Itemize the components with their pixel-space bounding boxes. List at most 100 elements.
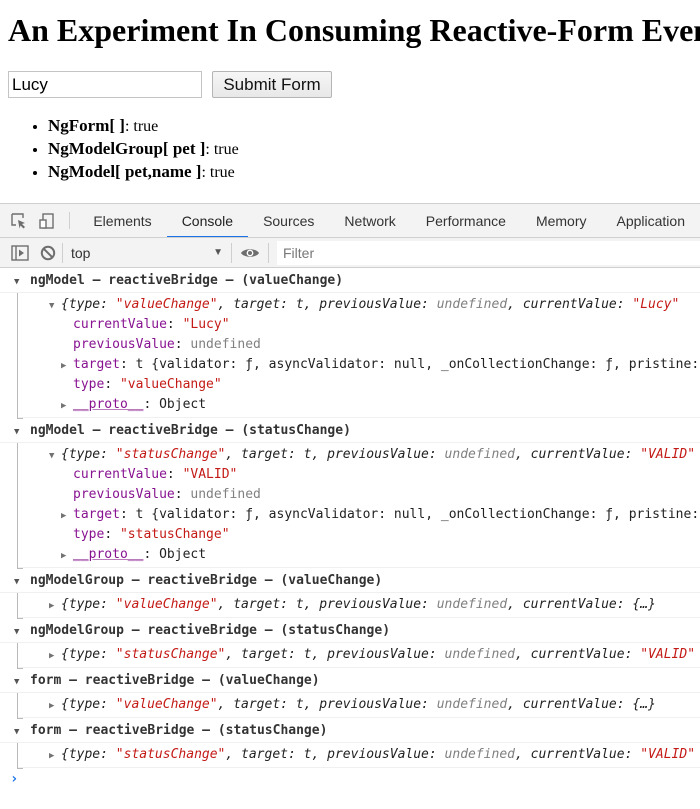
object-preview: {type: "valueChange", target: t, previou…	[61, 697, 656, 712]
status-item-ngmodel: NgModel[ pet,name ]: true	[48, 161, 239, 184]
expanded-triangle-icon[interactable]: ▼	[14, 720, 30, 745]
preview-punctuation: type:	[68, 597, 116, 612]
preview-previousValue: undefined	[444, 647, 515, 662]
preview-previousValue: undefined	[436, 297, 508, 312]
object-preview: {type: "statusChange", target: t, previo…	[61, 447, 695, 462]
expanded-triangle-icon[interactable]: ▼	[49, 446, 61, 465]
show-sidebar-icon[interactable]	[6, 238, 34, 267]
preview-punctuation: {	[61, 447, 69, 462]
tab-application[interactable]: Application	[602, 204, 700, 237]
clear-console-icon[interactable]	[34, 238, 62, 267]
preview-punctuation: {	[61, 747, 69, 762]
collapsed-triangle-icon[interactable]: ▶	[61, 546, 73, 565]
preview-punctuation: type:	[68, 747, 116, 762]
tab-performance[interactable]: Performance	[411, 204, 521, 237]
console-group-body: ▶ {type: "statusChange", target: t, previ…	[17, 743, 700, 769]
tab-console[interactable]: Console	[166, 204, 249, 237]
expanded-triangle-icon[interactable]: ▼	[14, 270, 30, 295]
property-target[interactable]: ▶ target: t {validator: ƒ, asyncValidator…	[49, 355, 700, 375]
preview-punctuation: {	[61, 697, 69, 712]
property-key: currentValue	[73, 317, 167, 332]
object-preview: {type: "valueChange", target: t, previou…	[61, 297, 679, 312]
preview-punctuation: , target:	[217, 697, 296, 712]
preview-punctuation: {	[61, 297, 69, 312]
property-value: Object	[159, 397, 207, 412]
context-selector[interactable]: top ▼	[63, 238, 231, 267]
property-key: __proto__	[73, 397, 144, 412]
preview-punctuation: type:	[68, 297, 116, 312]
prompt-chevron-icon: ›	[10, 771, 19, 787]
property-value: "statusChange"	[119, 527, 230, 542]
console-message: ▶ {type: "statusChange", target: t, previ…	[18, 643, 700, 668]
console-message: ▶ {type: "statusChange", target: t, previ…	[18, 743, 700, 768]
property-target[interactable]: ▶ target: t {validator: ƒ, asyncValidator…	[49, 505, 700, 525]
collapsed-triangle-icon[interactable]: ▶	[61, 396, 73, 415]
property-proto[interactable]: ▶ __proto__: Object	[49, 395, 700, 415]
tab-elements[interactable]: Elements	[78, 204, 166, 237]
expanded-triangle-icon[interactable]: ▼	[49, 296, 61, 315]
page-title: An Experiment In Consuming Reactive-Form…	[8, 12, 700, 48]
preview-type: "statusChange"	[115, 747, 226, 762]
collapsed-triangle-icon[interactable]: ▶	[61, 506, 73, 525]
inspect-element-icon[interactable]	[6, 204, 32, 237]
preview-punctuation: {	[61, 647, 69, 662]
live-expression-eye-icon[interactable]	[232, 238, 268, 267]
pet-name-input[interactable]	[8, 71, 202, 98]
property-colon: :	[143, 547, 160, 562]
status-item-ngmodelgroup: NgModelGroup[ pet ]: true	[48, 138, 239, 161]
property-key: target	[73, 507, 120, 522]
property-key: target	[73, 357, 120, 372]
submit-form-button[interactable]: Submit Form	[212, 71, 332, 98]
device-toolbar-icon[interactable]	[32, 204, 62, 237]
tab-memory[interactable]: Memory	[521, 204, 602, 237]
console-group-header[interactable]: ▼ ngModel – reactiveBridge – (statusChang…	[0, 418, 700, 443]
object-summary[interactable]: ▶ {type: "valueChange", target: t, previo…	[49, 595, 700, 615]
expanded-triangle-icon[interactable]: ▼	[14, 420, 30, 445]
property-value: undefined	[190, 487, 261, 502]
status-label: NgForm[ ]	[48, 116, 125, 135]
preview-currentValue: "VALID"	[640, 447, 696, 462]
console-group-header[interactable]: ▼ ngModel – reactiveBridge – (valueChange…	[0, 268, 700, 293]
object-summary[interactable]: ▶ {type: "statusChange", target: t, previ…	[49, 645, 700, 665]
tab-sources[interactable]: Sources	[248, 204, 329, 237]
console-message: ▶ {type: "valueChange", target: t, previo…	[18, 693, 700, 718]
property-colon: :	[174, 337, 191, 352]
collapsed-triangle-icon[interactable]: ▶	[49, 696, 61, 715]
preview-type: "valueChange"	[115, 297, 218, 312]
object-summary[interactable]: ▼ {type: "statusChange", target: t, previ…	[49, 445, 700, 465]
status-value: : true	[124, 118, 159, 135]
preview-punctuation: , previousValue:	[311, 647, 445, 662]
object-summary[interactable]: ▶ {type: "statusChange", target: t, previ…	[49, 745, 700, 765]
collapsed-triangle-icon[interactable]: ▶	[49, 596, 61, 615]
collapsed-triangle-icon[interactable]: ▶	[61, 356, 73, 375]
object-summary[interactable]: ▶ {type: "valueChange", target: t, previo…	[49, 695, 700, 715]
preview-currentValue: "Lucy"	[632, 297, 680, 312]
preview-punctuation: , target:	[225, 447, 304, 462]
collapsed-triangle-icon[interactable]: ▶	[49, 646, 61, 665]
console-group-header[interactable]: ▼ form – reactiveBridge – (valueChange)	[0, 668, 700, 693]
console-group-header[interactable]: ▼ ngModelGroup – reactiveBridge – (status…	[0, 618, 700, 643]
console-group-header[interactable]: ▼ ngModelGroup – reactiveBridge – (valueC…	[0, 568, 700, 593]
preview-punctuation: type:	[68, 647, 116, 662]
console-group-header[interactable]: ▼ form – reactiveBridge – (statusChange)	[0, 718, 700, 743]
property-value: undefined	[190, 337, 261, 352]
property-type: type: "valueChange"	[49, 375, 700, 395]
expanded-triangle-icon[interactable]: ▼	[14, 670, 30, 695]
expanded-triangle-icon[interactable]: ▼	[14, 570, 30, 595]
property-proto[interactable]: ▶ __proto__: Object	[49, 545, 700, 565]
property-value: Object	[159, 547, 207, 562]
preview-target: t	[295, 297, 304, 312]
property-previousValue: previousValue: undefined	[49, 335, 700, 355]
object-summary[interactable]: ▼ {type: "valueChange", target: t, previo…	[49, 295, 700, 315]
tab-network[interactable]: Network	[329, 204, 410, 237]
property-value: t {validator: ƒ, asyncValidator: null, _…	[135, 357, 700, 372]
console-group-body: ▶ {type: "valueChange", target: t, previo…	[17, 593, 700, 619]
expanded-triangle-icon[interactable]: ▼	[14, 620, 30, 645]
console-filter-input[interactable]	[277, 240, 700, 265]
console-group-body: ▼ {type: "valueChange", target: t, previo…	[17, 293, 700, 419]
collapsed-triangle-icon[interactable]: ▶	[49, 746, 61, 765]
preview-punctuation: , previousValue:	[303, 297, 437, 312]
console-message: ▼ {type: "valueChange", target: t, previo…	[18, 293, 700, 418]
object-preview: {type: "statusChange", target: t, previo…	[61, 747, 695, 762]
console-prompt[interactable]: ›	[0, 768, 700, 792]
